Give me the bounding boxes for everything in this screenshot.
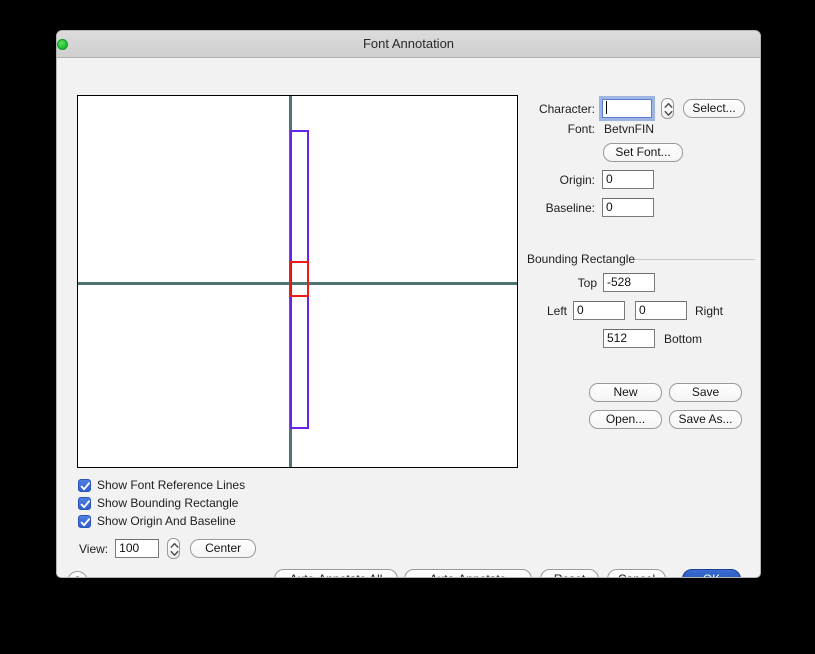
checkbox-show-bounding-rectangle[interactable]: Show Bounding Rectangle bbox=[78, 496, 238, 510]
save-as-button[interactable]: Save As... bbox=[669, 410, 742, 429]
window-title: Font Annotation bbox=[362, 36, 455, 51]
save-button[interactable]: Save bbox=[669, 383, 742, 402]
cancel-button[interactable]: Cancel bbox=[607, 569, 666, 577]
glyph-preview-canvas[interactable] bbox=[77, 95, 518, 468]
top-label: Top bbox=[577, 275, 597, 290]
font-row: Font: BetvnFIN bbox=[527, 122, 654, 136]
stepper-chevrons-icon bbox=[664, 102, 673, 116]
right-input[interactable]: 0 bbox=[635, 301, 687, 320]
checkbox-box[interactable] bbox=[78, 496, 91, 510]
checkmark-icon bbox=[80, 517, 91, 526]
set-font-row: Set Font... bbox=[603, 143, 683, 162]
dialog-content: Character: Select... Font: BetvnFIN Set … bbox=[57, 58, 760, 577]
origin-input[interactable]: 0 bbox=[602, 170, 654, 189]
baseline-input[interactable]: 0 bbox=[602, 198, 654, 217]
top-row: Top -528 bbox=[527, 273, 655, 292]
ok-button[interactable]: OK bbox=[682, 569, 741, 577]
font-annotation-window: Font Annotation Character: Select... Fon… bbox=[56, 30, 761, 578]
bottom-row: 512 Bottom bbox=[527, 329, 702, 348]
select-character-button[interactable]: Select... bbox=[683, 99, 745, 118]
view-row: View: 100 Center bbox=[79, 538, 257, 559]
checkbox-box[interactable] bbox=[78, 478, 91, 492]
file-buttons-row-2: Open... Save As... bbox=[527, 410, 742, 429]
bottom-label: Bottom bbox=[664, 331, 703, 346]
origin-label: Origin: bbox=[559, 172, 595, 187]
set-font-button[interactable]: Set Font... bbox=[603, 143, 683, 162]
text-caret bbox=[606, 101, 607, 114]
auto-annotate-button[interactable]: Auto-Annotate bbox=[404, 569, 532, 577]
window-titlebar[interactable]: Font Annotation bbox=[57, 31, 760, 58]
reset-button[interactable]: Reset bbox=[540, 569, 599, 577]
character-stepper[interactable] bbox=[661, 98, 674, 119]
font-value: BetvnFIN bbox=[604, 122, 655, 136]
bottom-input[interactable]: 512 bbox=[603, 329, 655, 348]
baseline-row: Baseline: 0 bbox=[527, 198, 654, 217]
left-right-row: Left 0 0 Right bbox=[527, 301, 723, 320]
view-input[interactable]: 100 bbox=[115, 539, 160, 558]
group-divider bbox=[635, 259, 755, 260]
origin-row: Origin: 0 bbox=[527, 170, 654, 189]
left-label: Left bbox=[546, 303, 567, 318]
checkbox-show-origin-and-baseline[interactable]: Show Origin And Baseline bbox=[78, 514, 236, 528]
checkmark-icon bbox=[80, 499, 91, 508]
character-label: Character: bbox=[538, 101, 595, 116]
center-button[interactable]: Center bbox=[190, 539, 257, 558]
checkbox-label: Show Origin And Baseline bbox=[97, 514, 236, 528]
help-button[interactable]: ? bbox=[67, 571, 88, 577]
new-button[interactable]: New bbox=[589, 383, 662, 402]
checkbox-box[interactable] bbox=[78, 514, 91, 528]
character-input[interactable] bbox=[602, 99, 652, 118]
open-button[interactable]: Open... bbox=[589, 410, 662, 429]
bounding-rectangle-group-label: Bounding Rectangle bbox=[527, 252, 640, 266]
auto-annotate-all-button[interactable]: Auto-Annotate All bbox=[274, 569, 398, 577]
character-row: Character: Select... bbox=[527, 98, 745, 119]
stepper-chevrons-icon bbox=[170, 542, 179, 556]
checkbox-label: Show Bounding Rectangle bbox=[97, 496, 239, 510]
view-stepper[interactable] bbox=[167, 538, 181, 559]
right-label: Right bbox=[695, 303, 724, 318]
top-input[interactable]: -528 bbox=[603, 273, 655, 292]
glyph-rectangle-overlay bbox=[289, 261, 309, 297]
file-buttons-row-1: New Save bbox=[527, 383, 742, 402]
checkmark-icon bbox=[80, 481, 91, 490]
left-input[interactable]: 0 bbox=[573, 301, 625, 320]
font-label: Font: bbox=[567, 122, 595, 136]
checkbox-label: Show Font Reference Lines bbox=[97, 478, 246, 492]
checkbox-show-font-reference-lines[interactable]: Show Font Reference Lines bbox=[78, 478, 245, 492]
view-label: View: bbox=[79, 541, 109, 556]
baseline-label: Baseline: bbox=[545, 200, 595, 215]
